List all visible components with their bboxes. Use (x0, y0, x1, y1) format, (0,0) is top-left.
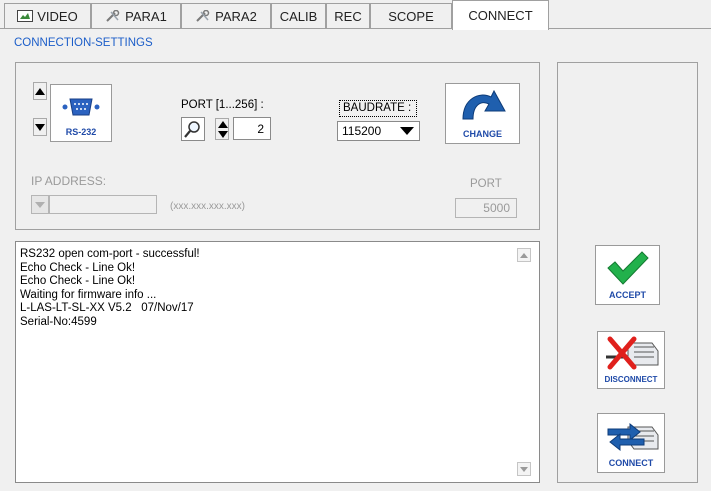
checkmark-icon (607, 251, 649, 285)
disconnect-button-label: DISCONNECT (604, 375, 658, 384)
accept-button-label: ACCEPT (608, 290, 646, 300)
tab-bar: VIDEO PARA1 PARA2 CALIB REC SCOPE CONNEC… (0, 0, 711, 30)
tools-icon (106, 10, 120, 22)
interface-down-button[interactable] (33, 118, 47, 136)
tab-para1[interactable]: PARA1 (91, 3, 181, 28)
port-label: PORT [1...256] : (181, 99, 264, 111)
interface-up-button[interactable] (33, 82, 47, 100)
tab-scope[interactable]: SCOPE (370, 3, 452, 28)
tools-icon (196, 10, 210, 22)
tcp-port-label: PORT (470, 178, 502, 190)
log-line: Serial-No:4599 (20, 315, 97, 328)
video-icon (17, 10, 34, 22)
accept-button[interactable]: ACCEPT (595, 245, 660, 305)
change-button-label: CHANGE (462, 129, 502, 139)
log-line: RS232 open com-port - successful! (20, 248, 200, 260)
log-line: Echo Check - Line Ok! (20, 261, 136, 274)
baudrate-label: BAUDRATE : (339, 100, 417, 117)
serial-port-icon (62, 98, 100, 116)
arrow-up-icon (218, 121, 228, 128)
port-search-button[interactable] (181, 117, 205, 141)
scroll-up-button[interactable] (517, 248, 531, 262)
scroll-down-button[interactable] (517, 462, 531, 476)
port-spinner[interactable] (215, 118, 229, 140)
interface-button-label: RS-232 (65, 127, 97, 137)
log-line: L-LAS-LT-SL-XX V5.2 07/Nov/17 (20, 302, 194, 315)
log-lines: RS232 open com-port - successful! Echo C… (20, 248, 200, 330)
tab-scope-label: SCOPE (388, 8, 434, 24)
chevron-down-icon (400, 127, 414, 135)
arrow-down-icon (35, 123, 45, 131)
ip-address-input[interactable] (49, 195, 157, 214)
arrow-down-icon (520, 466, 528, 472)
interface-button[interactable]: RS-232 (50, 84, 112, 142)
tab-connect[interactable]: CONNECT (452, 0, 549, 30)
connection-log: RS232 open com-port - successful! Echo C… (15, 241, 540, 483)
tab-rec-label: REC (334, 8, 362, 24)
baudrate-select[interactable]: 115200 (337, 121, 420, 141)
tab-video[interactable]: VIDEO (4, 3, 91, 28)
tab-connect-label: CONNECT (468, 8, 533, 23)
chevron-down-icon (35, 202, 45, 208)
tab-calib[interactable]: CALIB (271, 3, 326, 28)
connect-button[interactable]: CONNECT (597, 413, 665, 473)
disconnect-button[interactable]: DISCONNECT (597, 331, 665, 389)
curved-arrow-icon (462, 89, 506, 120)
tab-rec[interactable]: REC (326, 3, 370, 28)
arrow-down-icon (218, 131, 228, 138)
log-line: Echo Check - Line Ok! (20, 275, 136, 288)
tcp-port-input[interactable]: 5000 (455, 198, 517, 218)
ip-dropdown-button[interactable] (31, 195, 49, 214)
disconnect-icon (606, 336, 659, 370)
tab-para2[interactable]: PARA2 (181, 3, 271, 28)
connect-button-label: CONNECT (608, 458, 654, 468)
ip-format-hint: (xxx.xxx.xxx.xxx) (170, 201, 245, 212)
tab-calib-label: CALIB (279, 8, 318, 24)
magnifier-icon (184, 121, 200, 138)
baudrate-value: 115200 (342, 124, 382, 138)
arrow-up-icon (520, 252, 528, 258)
port-input[interactable]: 2 (233, 117, 271, 140)
ip-address-label: IP ADDRESS: (31, 174, 107, 188)
change-button[interactable]: CHANGE (445, 83, 520, 144)
section-title: CONNECTION-SETTINGS (14, 37, 153, 49)
tab-para2-label: PARA2 (215, 8, 257, 24)
connect-icon (607, 422, 659, 452)
tab-para1-label: PARA1 (125, 8, 167, 24)
log-line: Waiting for firmware info ... (20, 288, 157, 301)
tab-video-label: VIDEO (37, 8, 78, 24)
tab-divider (0, 28, 711, 29)
arrow-up-icon (35, 87, 45, 95)
